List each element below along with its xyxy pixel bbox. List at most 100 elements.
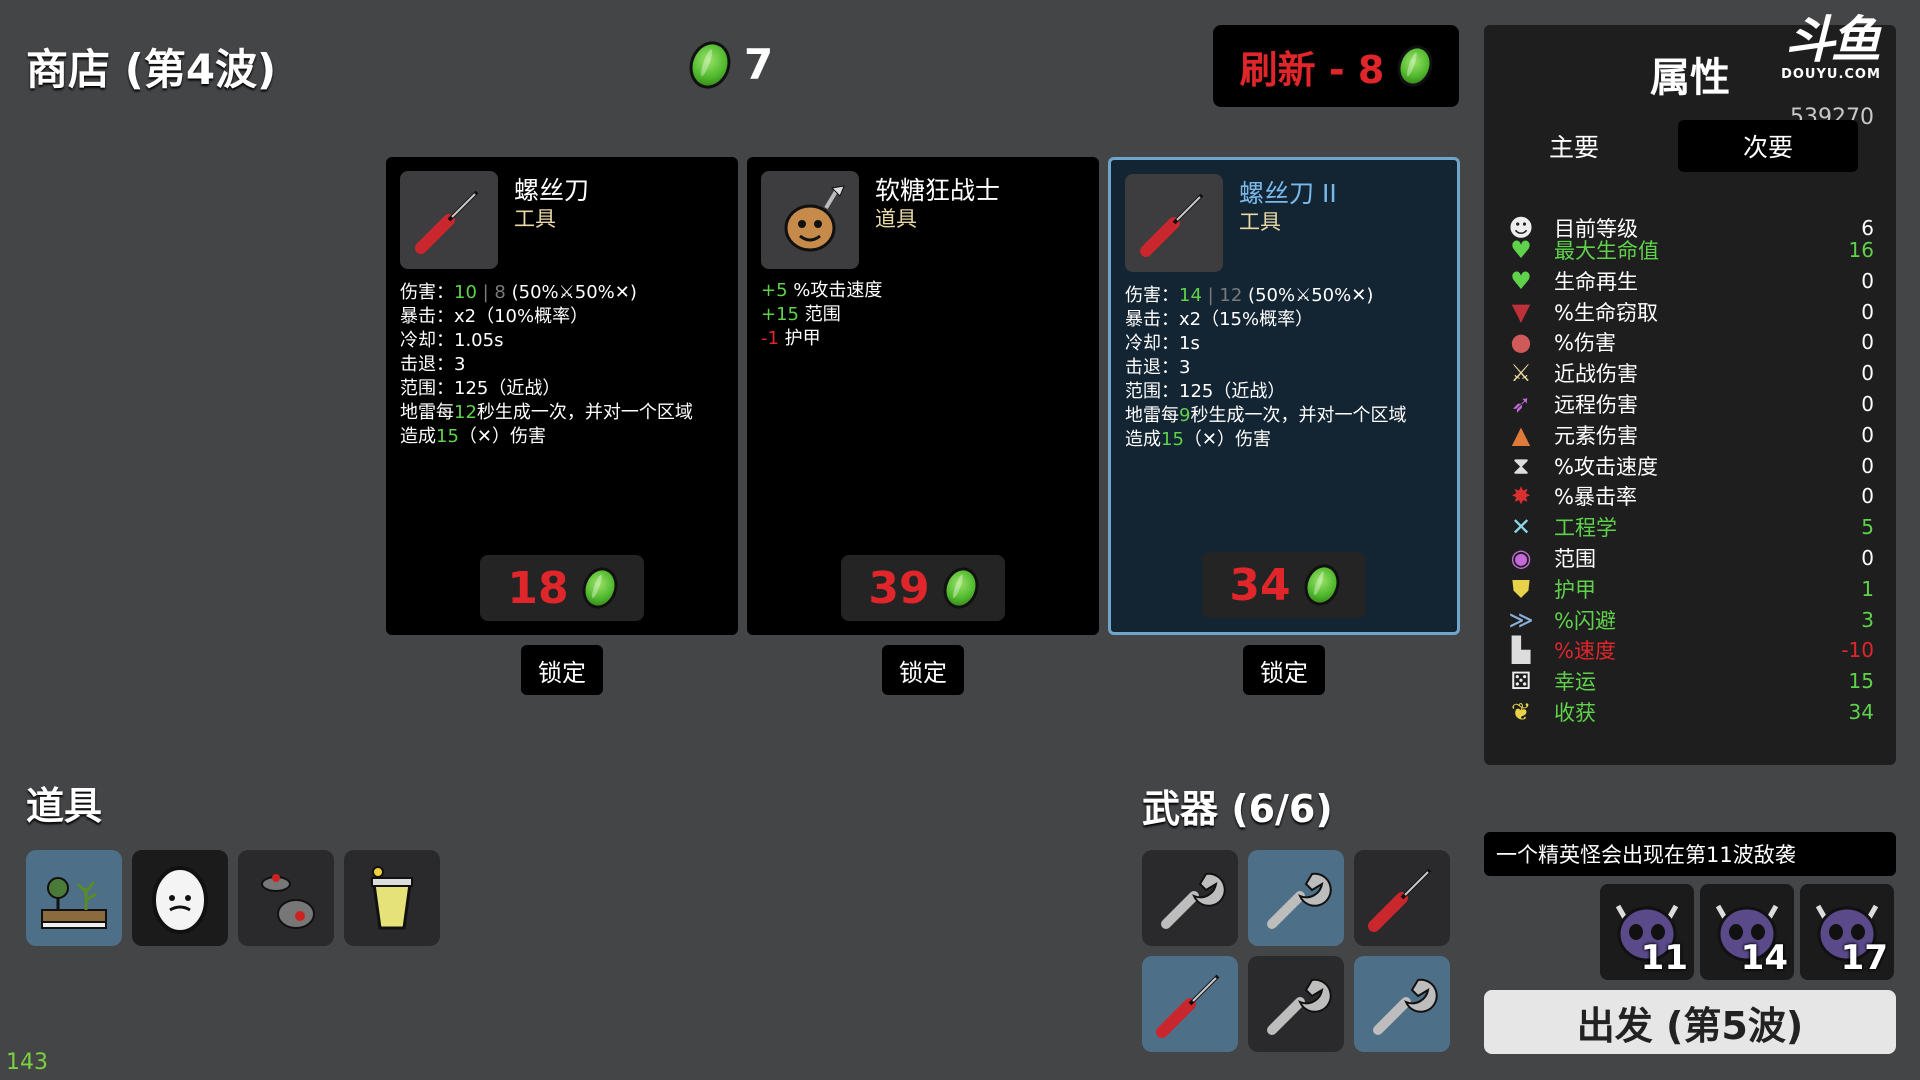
price-tag: 34 (1202, 552, 1366, 618)
douyu-watermark: 斗鱼 DOUYU.COM (1766, 13, 1896, 82)
stat-row[interactable]: ⧗ %攻击速度 0 (1506, 451, 1874, 481)
stat-label: %生命窃取 (1554, 300, 1658, 325)
stat-text: 地雷每 (1125, 405, 1179, 426)
stat-value: -10 (1841, 638, 1874, 663)
lock-button-1[interactable]: 锁定 (521, 645, 603, 695)
stat-text: (50% (511, 282, 559, 303)
material-coin-icon (1392, 40, 1439, 92)
stat-row[interactable]: ♥ 最大生命值 16 (1506, 235, 1874, 265)
stat-value: 16 (1848, 238, 1874, 262)
stat-value: 0 (1861, 268, 1874, 293)
stat-row[interactable]: ❦ 收获 34 (1506, 697, 1874, 727)
stat-row[interactable]: ✕ 工程学 5 (1506, 512, 1874, 542)
stat-value: 0 (1861, 453, 1874, 478)
stat-value: 15 (1848, 669, 1874, 694)
weapon-slot-3[interactable] (1354, 850, 1450, 946)
stat-row[interactable]: ➶ 远程伤害 0 (1506, 389, 1874, 419)
reroll-button[interactable]: 刷新 - 8 (1213, 25, 1459, 107)
harvest-icon: ❦ (1510, 698, 1532, 726)
elite-wave-1: 11 (1600, 884, 1694, 980)
stat-row[interactable]: ▙ %速度 -10 (1506, 635, 1874, 665)
stat-line: +15 范围 (761, 303, 1091, 327)
shop-card-1[interactable]: 螺丝刀 工具 伤害：10 | 8 (50%⚔50%✕) 暴击：x2（10%概率）冷… (386, 157, 738, 635)
elite-wave-number: 11 (1640, 938, 1688, 978)
egg-face-icon (152, 866, 208, 934)
stat-row[interactable]: ≫ %闪避 3 (1506, 605, 1874, 635)
stat-text: +5 (761, 280, 788, 301)
stat-line: -1 护甲 (761, 327, 1091, 351)
tab-primary[interactable]: 主要 (1484, 120, 1664, 172)
stat-label: 元素伤害 (1554, 423, 1638, 448)
item-slot-egg[interactable] (132, 850, 228, 946)
stat-line: 地雷每12秒生成一次，并对一个区域 (400, 401, 730, 425)
dice-icon: ⚄ (1510, 667, 1532, 696)
item-slot-landmine[interactable] (238, 850, 334, 946)
stat-value: 3 (1861, 607, 1874, 632)
stat-line: +5 %攻击速度 (761, 279, 1091, 303)
weapon-slot-5[interactable] (1248, 956, 1344, 1052)
wrench-icon (1373, 978, 1438, 1035)
sword-icon: ⚔ (1510, 359, 1532, 388)
shield-icon: ⛊ (1512, 574, 1530, 603)
crit-burst-icon: ✸ (1510, 482, 1532, 511)
stat-label: 工程学 (1554, 516, 1617, 541)
fps-counter: 143 (6, 1050, 48, 1075)
stat-text: ）伤害 (1217, 429, 1271, 450)
stat-text: 15 (1161, 429, 1184, 450)
stat-value: 0 (1861, 330, 1874, 355)
stat-row[interactable]: ⚄ 幸运 15 (1506, 666, 1874, 696)
item-slot-garden[interactable] (26, 850, 122, 946)
stat-text: 冷却：1s (1125, 333, 1200, 354)
stat-value: 34 (1848, 700, 1874, 724)
stat-label: 近战伤害 (1554, 362, 1638, 387)
stat-line: 造成15（✕）伤害 (1125, 428, 1449, 452)
watermark-logo: 斗鱼 (1785, 11, 1881, 69)
lock-button-2[interactable]: 锁定 (882, 645, 964, 695)
stat-row[interactable]: ♥ 生命再生 0 (1506, 266, 1874, 296)
stat-label: %伤害 (1554, 331, 1616, 356)
stat-row[interactable]: ⚔ 近战伤害 0 (1506, 358, 1874, 388)
tab-secondary[interactable]: 次要 (1678, 120, 1858, 172)
items-title: 道具 (26, 784, 103, 828)
weapon-slot-6[interactable] (1354, 956, 1450, 1052)
stat-text: 伤害： (1125, 285, 1179, 306)
lock-button-3[interactable]: 锁定 (1243, 645, 1325, 695)
stat-text: 秒生成一次，并对一个区域 (476, 402, 693, 423)
stat-text: 造成 (1125, 429, 1161, 450)
stat-text: 地雷每 (400, 402, 454, 423)
stat-row[interactable]: ⛊ 护甲 1 (1506, 574, 1874, 604)
stat-text: 14 (1179, 285, 1202, 306)
item-stats: +5 %攻击速度 +15 范围 -1 护甲 (761, 279, 1091, 351)
material-coin-icon (1298, 559, 1345, 611)
stat-row[interactable]: ● %伤害 0 (1506, 327, 1874, 357)
item-name: 螺丝刀 (514, 176, 590, 205)
stats-title: 属性 (1650, 55, 1730, 101)
stat-value: 0 (1861, 484, 1874, 509)
stat-text: 15 (436, 426, 459, 447)
item-slot-lemonade[interactable] (344, 850, 440, 946)
wrench-icon (1161, 872, 1226, 929)
material-coin-icon (576, 562, 623, 614)
stat-row[interactable]: ◉ 范围 0 (1506, 543, 1874, 573)
stat-text: 50% (574, 282, 615, 303)
item-name: 软糖狂战士 (875, 176, 1001, 205)
stat-text: 范围：125（近战） (400, 378, 561, 399)
shop-card-3[interactable]: 螺丝刀 II 工具 伤害：14 | 12 (50%⚔50%✕) 暴击：x2（15%… (1108, 157, 1460, 635)
muscle-icon: ● (1510, 328, 1532, 357)
weapon-slot-4[interactable] (1142, 956, 1238, 1052)
stat-row[interactable]: ▼ %生命窃取 0 (1506, 297, 1874, 327)
stat-row[interactable]: ✸ %暴击率 0 (1506, 481, 1874, 511)
start-next-wave-button[interactable]: 出发 (第5波) (1484, 990, 1896, 1054)
stat-text: 50% (1311, 285, 1352, 306)
heart-icon: ♥ (1510, 236, 1532, 264)
stat-text: 伤害： (400, 282, 454, 303)
gold-amount: 7 (744, 40, 774, 89)
stat-line: 造成15（✕）伤害 (400, 425, 730, 449)
weapon-slot-1[interactable] (1142, 850, 1238, 946)
stat-row[interactable]: ▲ 元素伤害 0 (1506, 420, 1874, 450)
weapon-slot-2[interactable] (1248, 850, 1344, 946)
stat-text: 冷却：1.05s (400, 330, 504, 351)
price-value: 39 (868, 562, 930, 614)
shop-card-2[interactable]: 软糖狂战士 道具 +5 %攻击速度 +15 范围 -1 护甲 39 (747, 157, 1099, 635)
lemonade-cup-icon (371, 866, 413, 930)
